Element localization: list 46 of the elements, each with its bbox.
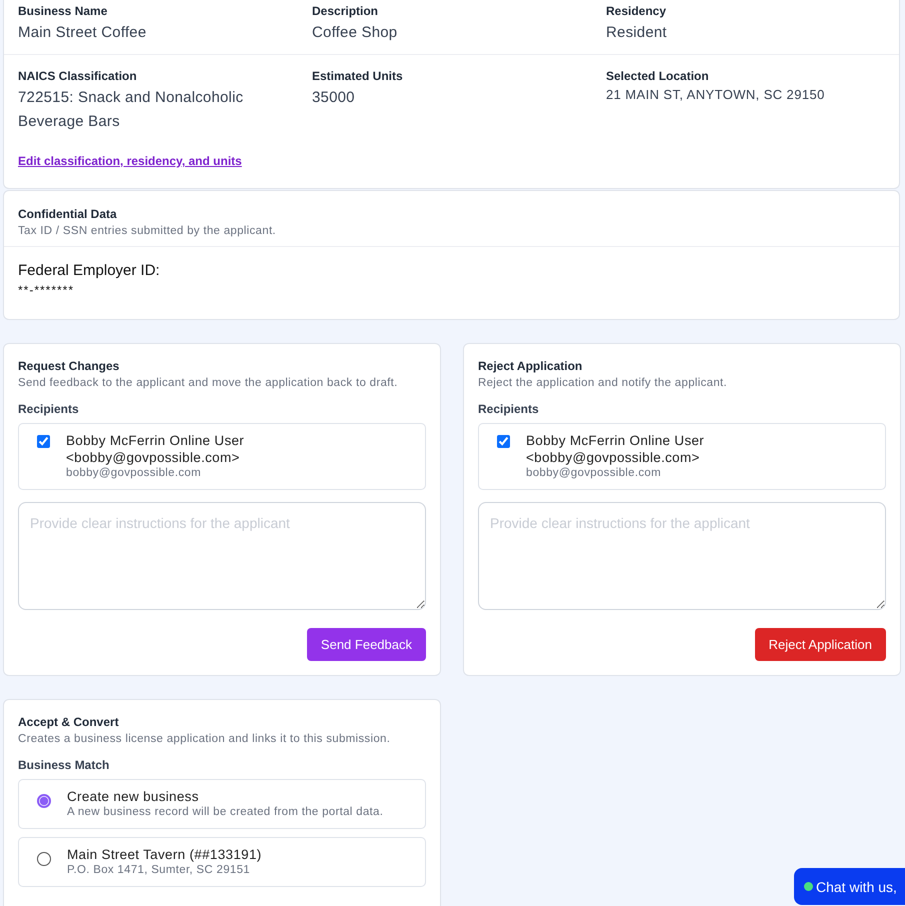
chat-button[interactable]: Chat with us, xyxy=(794,868,905,905)
send-button[interactable]: Send Feedback xyxy=(306,628,426,661)
match-label: Business Match xyxy=(18,758,110,772)
field-label: Description xyxy=(312,4,380,19)
recipient-name: Bobby McFerrin Online User <bobby@govpossible.com> xyxy=(526,432,706,466)
field-value: Coffee Shop xyxy=(312,23,398,43)
field-label: Business Name xyxy=(18,4,108,19)
field-label: Selected Location xyxy=(606,69,710,84)
masked-value: **-******* xyxy=(18,283,76,297)
recipient-name: Bobby McFerrin Online User <bobby@govpossible.com> xyxy=(66,432,246,466)
field-value: 21 MAIN ST, ANYTOWN, SC 29150 xyxy=(606,86,826,104)
field-value: Main Street Coffee xyxy=(18,23,148,43)
field-label: Residency xyxy=(606,4,668,19)
section-title: Request Changes xyxy=(18,359,120,374)
option-detail: P.O. Box 1471, Sumter, SC 29151 xyxy=(67,863,251,878)
field-value: 35000 xyxy=(312,88,356,108)
radio-button[interactable] xyxy=(37,852,51,866)
section-title: Confidential Data xyxy=(18,207,118,222)
option-title: Create new business xyxy=(67,788,200,805)
recipient-option[interactable]: Bobby McFerrin Online User <bobby@govpossible.com> bobby@govpossible.com xyxy=(478,423,886,490)
status-dot-icon xyxy=(804,882,813,891)
option-detail: A new business record will be created from the portal data. xyxy=(67,805,384,820)
business-option[interactable]: Main Street Tavern (##133191) P.O. Box 1471, Sumter, SC 29151 xyxy=(18,837,426,887)
field-label: NAICS Classification xyxy=(18,69,138,84)
option-title: Main Street Tavern (##133191) xyxy=(67,846,262,863)
field-value: 722515: Snack and Nonalcoholic Beverage Bars xyxy=(18,88,244,132)
section-subtitle: Reject the application and notify the applicant. xyxy=(478,376,728,390)
business-option[interactable]: Create new business A new business record will be created from the portal data. xyxy=(18,779,426,829)
section-subtitle: Tax ID / SSN entries submitted by the applicant. xyxy=(18,224,277,238)
reject-button[interactable]: Reject Application xyxy=(754,628,886,661)
section-title: Reject Application xyxy=(478,359,584,374)
field-label: Estimated Units xyxy=(312,69,404,84)
recipients-label: Recipients xyxy=(18,402,80,416)
recipients-label: Recipients xyxy=(478,402,540,416)
recipient-email: bobby@govpossible.com xyxy=(526,466,662,481)
recipient-checkbox[interactable] xyxy=(497,435,510,448)
edit-link[interactable]: Edit classification, residency, and units xyxy=(18,154,242,168)
recipient-checkbox[interactable] xyxy=(37,435,50,448)
field-label: Federal Employer ID: xyxy=(18,262,161,279)
radio-button[interactable] xyxy=(37,794,51,808)
section-subtitle: Creates a business license application and links it to this submission. xyxy=(18,732,392,746)
field-value: Resident xyxy=(606,23,668,43)
recipient-email: bobby@govpossible.com xyxy=(66,466,202,481)
section-title: Accept & Convert xyxy=(18,715,120,730)
section-subtitle: Send feedback to the applicant and move the application back to draft. xyxy=(18,376,399,390)
recipient-option[interactable]: Bobby McFerrin Online User <bobby@govpossible.com> bobby@govpossible.com xyxy=(18,423,426,490)
